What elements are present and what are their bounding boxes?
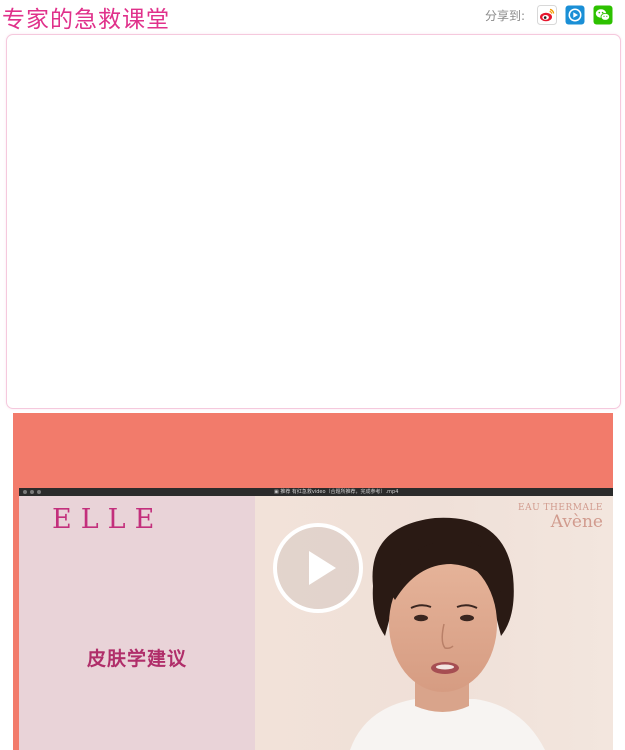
window-zoom-dot — [37, 490, 41, 494]
share-wechat-button[interactable] — [593, 5, 613, 25]
weibo-icon — [537, 5, 557, 25]
sponsor-logo: EAU THERMALE Avène — [518, 503, 603, 532]
play-button[interactable] — [272, 522, 364, 614]
window-title-bar: ▣ 推荐 有红急救video（合题所推荐，完成参考）.mp4 — [19, 488, 613, 496]
share-label: 分享到: — [484, 8, 525, 23]
share-youku-button[interactable] — [565, 5, 585, 25]
share-bar: 分享到: — [485, 5, 613, 25]
share-weibo-button[interactable] — [537, 5, 557, 25]
window-minimize-dot — [30, 490, 34, 494]
title-panel: ELLE 皮肤学建议 — [19, 496, 255, 750]
elle-logo: ELLE — [52, 504, 164, 535]
sponsor-line2: Avène — [550, 512, 603, 532]
window-title: ▣ 推荐 有红急救video（合题所推荐，完成参考）.mp4 — [274, 489, 399, 495]
play-icon — [273, 523, 363, 613]
wechat-icon — [593, 5, 613, 25]
video-thumbnail[interactable]: ▣ 推荐 有红急救video（合题所推荐，完成参考）.mp4 ELLE 皮肤学建… — [13, 413, 613, 750]
video-player-frame[interactable] — [6, 34, 621, 409]
header: 专家的急救课堂 分享到: — [0, 0, 625, 33]
page-title: 专家的急救课堂 — [2, 7, 170, 33]
video-caption: 皮肤学建议 — [86, 648, 187, 670]
window-close-dot — [23, 490, 27, 494]
play-circle-icon — [565, 5, 585, 25]
